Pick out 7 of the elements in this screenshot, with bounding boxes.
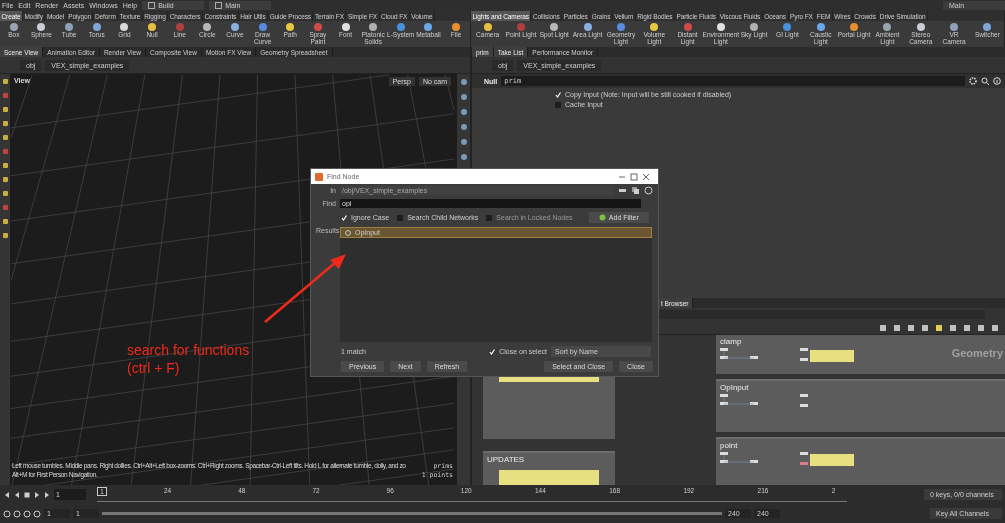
annotation-text: search for functions: [127, 342, 250, 360]
box-title: point: [719, 440, 739, 452]
annotation-text: (ctrl + F): [127, 359, 181, 377]
context-label: Geometry: [951, 347, 1003, 359]
box-title: UPDATES: [486, 454, 526, 466]
box-title: OpInput: [719, 382, 750, 394]
box-title: clamp: [719, 336, 743, 348]
